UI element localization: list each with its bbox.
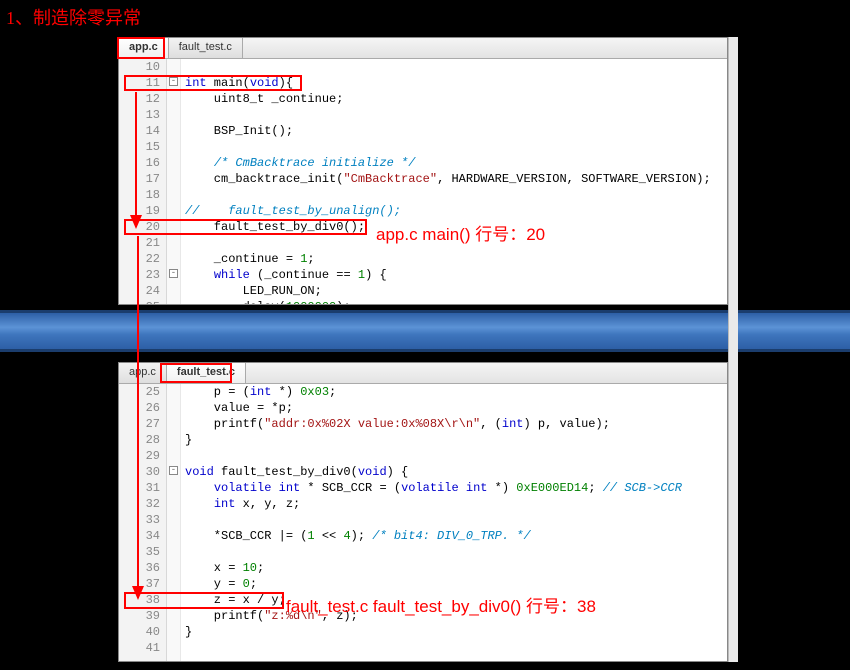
annotation-line38: fault_test.c fault_test_by_div0() 行号：38	[286, 592, 596, 617]
line-gutter-top: 1011121314151617181920212223242526	[119, 59, 167, 304]
separator-band	[0, 310, 850, 352]
tabs-top: app.c fault_test.c	[119, 38, 727, 59]
editor-pane-bottom: app.c fault_test.c 252627282930313233343…	[118, 362, 728, 662]
code-body-top[interactable]: int main(void){ uint8_t _continue; BSP_I…	[181, 59, 727, 304]
tab-app-c[interactable]: app.c	[119, 38, 169, 58]
code-area-top[interactable]: 1011121314151617181920212223242526 -- in…	[119, 59, 727, 304]
tab-app-c-2[interactable]: app.c	[119, 363, 167, 383]
code-area-bottom[interactable]: 2526272829303132333435363738394041 - p =…	[119, 384, 727, 661]
line-gutter-bottom: 2526272829303132333435363738394041	[119, 384, 167, 661]
tabs-bottom: app.c fault_test.c	[119, 363, 727, 384]
annotation-line20: app.c main() 行号：20	[376, 220, 545, 245]
tab-fault-test-c-2[interactable]: fault_test.c	[167, 363, 246, 383]
fold-column-bottom[interactable]: -	[167, 384, 181, 661]
code-body-bottom[interactable]: p = (int *) 0x03; value = *p; printf("ad…	[181, 384, 727, 661]
annotation-title: 1、制造除零异常	[6, 4, 141, 30]
fold-column-top[interactable]: --	[167, 59, 181, 304]
editor-pane-top: app.c fault_test.c 101112131415161718192…	[118, 37, 728, 305]
tab-fault-test-c[interactable]: fault_test.c	[169, 38, 243, 58]
right-side-strip	[728, 37, 738, 662]
